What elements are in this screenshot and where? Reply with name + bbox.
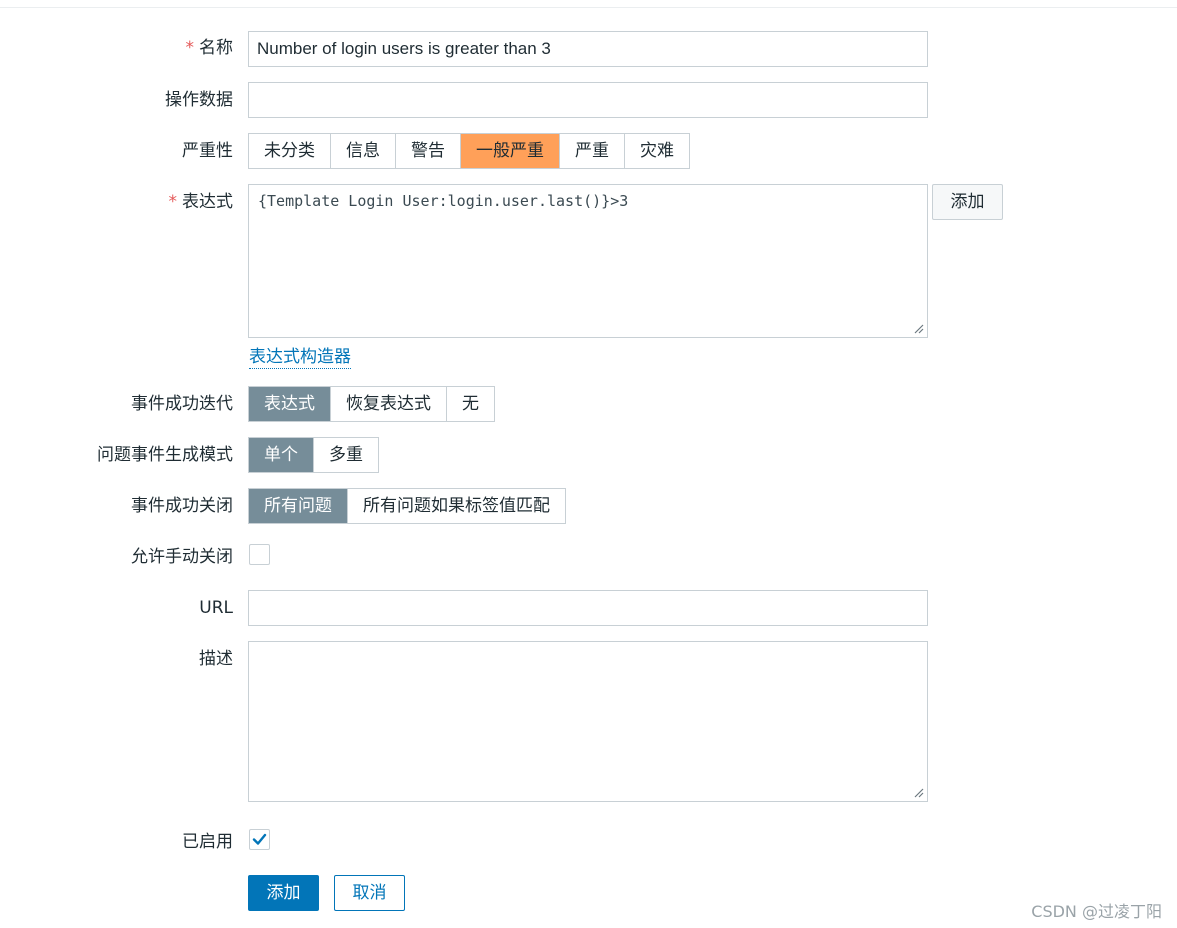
severity-option-not-classified[interactable]: 未分类 bbox=[249, 134, 331, 168]
add-button[interactable]: 添加 bbox=[248, 875, 319, 911]
severity-option-information[interactable]: 信息 bbox=[331, 134, 396, 168]
ok-event-generation-selector: 表达式 恢复表达式 无 bbox=[248, 386, 495, 422]
header-divider bbox=[0, 7, 1177, 8]
url-label: URL bbox=[199, 598, 233, 618]
required-asterisk: * bbox=[185, 38, 195, 58]
operational-data-input[interactable] bbox=[248, 82, 928, 118]
allow-manual-close-checkbox[interactable] bbox=[249, 544, 270, 565]
expression-constructor-link[interactable]: 表达式构造器 bbox=[249, 346, 351, 369]
severity-option-warning[interactable]: 警告 bbox=[396, 134, 461, 168]
closes-option-tag-match[interactable]: 所有问题如果标签值匹配 bbox=[348, 489, 565, 523]
severity-selector: 未分类 信息 警告 一般严重 严重 灾难 bbox=[248, 133, 690, 169]
expression-label: * 表达式 bbox=[168, 192, 234, 212]
name-input[interactable] bbox=[248, 31, 928, 67]
name-label: * 名称 bbox=[185, 38, 234, 58]
resize-grip-icon[interactable] bbox=[914, 324, 924, 334]
operational-data-label: 操作数据 bbox=[165, 90, 233, 110]
expression-textarea[interactable]: {Template Login User:login.user.last()}>… bbox=[248, 184, 928, 338]
resize-grip-icon[interactable] bbox=[914, 788, 924, 798]
ok-event-closes-label: 事件成功关闭 bbox=[131, 496, 233, 516]
severity-option-disaster[interactable]: 灾难 bbox=[625, 134, 689, 168]
cancel-button[interactable]: 取消 bbox=[334, 875, 405, 911]
severity-option-average[interactable]: 一般严重 bbox=[461, 134, 560, 168]
problem-event-mode-label: 问题事件生成模式 bbox=[97, 445, 233, 465]
closes-option-all-problems[interactable]: 所有问题 bbox=[249, 489, 348, 523]
checkmark-icon bbox=[252, 833, 267, 845]
problem-event-mode-selector: 单个 多重 bbox=[248, 437, 379, 473]
ok-event-generation-label: 事件成功迭代 bbox=[131, 394, 233, 414]
ok-event-option-expression[interactable]: 表达式 bbox=[249, 387, 331, 421]
ok-event-option-recovery-expression[interactable]: 恢复表达式 bbox=[331, 387, 447, 421]
enabled-checkbox[interactable] bbox=[249, 829, 270, 850]
ok-event-option-none[interactable]: 无 bbox=[447, 387, 494, 421]
required-asterisk: * bbox=[168, 192, 178, 212]
severity-option-high[interactable]: 严重 bbox=[560, 134, 625, 168]
enabled-label: 已启用 bbox=[182, 832, 233, 852]
ok-event-closes-selector: 所有问题 所有问题如果标签值匹配 bbox=[248, 488, 566, 524]
description-textarea[interactable] bbox=[248, 641, 928, 802]
watermark: CSDN @过凌丁阳 bbox=[1031, 902, 1162, 921]
expression-add-button[interactable]: 添加 bbox=[932, 184, 1003, 220]
allow-manual-close-label: 允许手动关闭 bbox=[131, 547, 233, 567]
problem-mode-option-single[interactable]: 单个 bbox=[249, 438, 314, 472]
description-label: 描述 bbox=[199, 649, 233, 669]
url-input[interactable] bbox=[248, 590, 928, 626]
severity-label: 严重性 bbox=[182, 141, 233, 161]
problem-mode-option-multiple[interactable]: 多重 bbox=[314, 438, 378, 472]
